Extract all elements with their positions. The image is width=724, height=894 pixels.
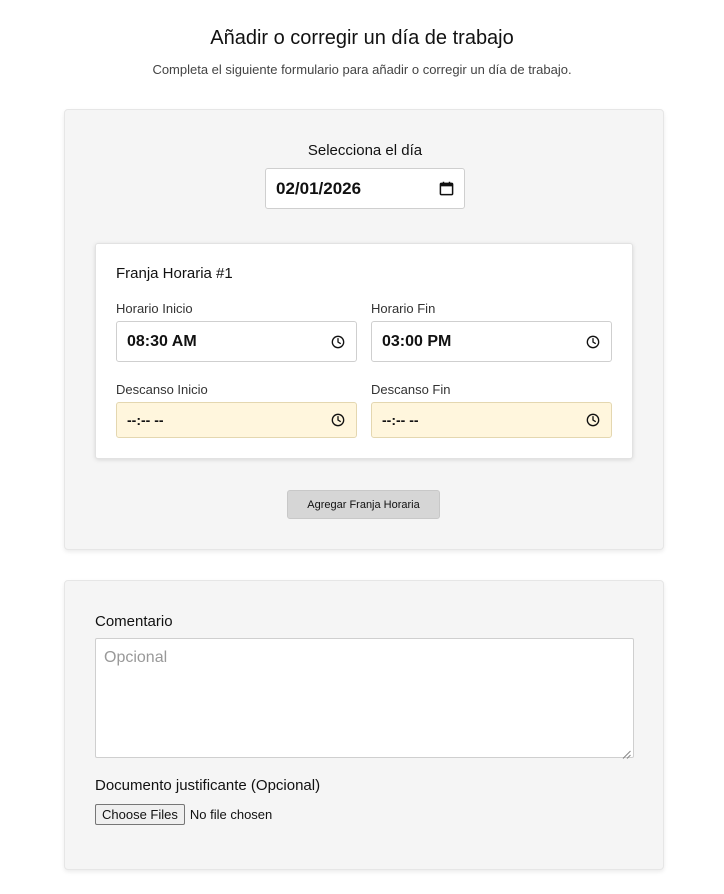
comment-textarea[interactable]: Opcional — [95, 638, 634, 759]
date-input[interactable]: 02/01/2026 — [265, 168, 465, 209]
break-end-value: --:-- -- — [382, 412, 419, 428]
date-value: 02/01/2026 — [276, 178, 362, 198]
start-time-input[interactable]: 08:30 AM — [116, 321, 357, 362]
clock-icon[interactable] — [585, 412, 601, 428]
clock-icon[interactable] — [330, 334, 346, 350]
time-slot-title: Franja Horaria #1 — [116, 265, 233, 282]
end-time-input[interactable]: 03:00 PM — [371, 321, 612, 362]
file-input: Choose Files No file chosen — [95, 804, 272, 825]
file-status: No file chosen — [189, 807, 273, 822]
break-start-value: --:-- -- — [127, 412, 164, 428]
add-time-slot-button[interactable]: Agregar Franja Horaria — [287, 490, 440, 519]
comment-label: Comentario — [95, 613, 173, 630]
break-start-input[interactable]: --:-- -- — [116, 402, 357, 438]
clock-icon[interactable] — [585, 334, 601, 350]
choose-files-button[interactable]: Choose Files — [95, 804, 185, 825]
document-label: Documento justificante (Opcional) — [95, 777, 321, 794]
end-time-value: 03:00 PM — [382, 332, 452, 350]
time-slot-card: Franja Horaria #1 Horario Inicio 08:30 A… — [95, 243, 633, 459]
day-card: Selecciona el día 02/01/2026 Franja Hora… — [64, 109, 664, 550]
page-subtitle: Completa el siguiente formulario para añ… — [152, 62, 572, 77]
calendar-icon[interactable] — [438, 181, 454, 197]
start-time-label: Horario Inicio — [116, 301, 193, 316]
resize-grip-icon[interactable] — [622, 746, 631, 759]
comment-card: Comentario Opcional Documento justifican… — [64, 580, 664, 870]
end-time-label: Horario Fin — [371, 301, 436, 316]
clock-icon[interactable] — [330, 412, 346, 428]
break-end-input[interactable]: --:-- -- — [371, 402, 612, 438]
comment-placeholder: Opcional — [104, 649, 168, 666]
break-start-label: Descanso Inicio — [116, 382, 208, 397]
break-end-label: Descanso Fin — [371, 382, 451, 397]
day-label: Selecciona el día — [307, 142, 423, 159]
page-title: Añadir o corregir un día de trabajo — [210, 27, 514, 49]
start-time-value: 08:30 AM — [127, 332, 197, 350]
